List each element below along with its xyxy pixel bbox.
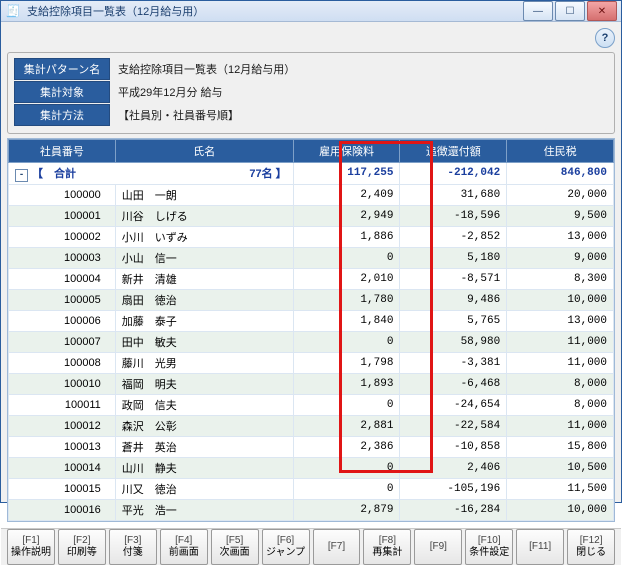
data-grid[interactable]: 社員番号 氏名 雇用保険料 追徴還付額 住民税 -【 合計77名 】117,25… bbox=[7, 138, 615, 522]
summary-val-target: 平成29年12月分 給与 bbox=[110, 82, 231, 102]
fkey-button[interactable]: [F9] bbox=[414, 529, 462, 565]
fkey-button[interactable]: [F4]前画面 bbox=[160, 529, 208, 565]
table-row[interactable]: 100011政岡 信夫0-24,6548,000 bbox=[9, 394, 614, 415]
app-window: 🧾 支給控除項目一覧表（12月給与用） — ☐ ✕ ? 集計パターン名支給控除項… bbox=[0, 0, 622, 503]
table-row[interactable]: 100012森沢 公彰2,881-22,58411,000 bbox=[9, 415, 614, 436]
collapse-icon[interactable]: - bbox=[15, 169, 28, 182]
summary-val-pattern: 支給控除項目一覧表（12月給与用） bbox=[110, 59, 303, 79]
table-row[interactable]: 100014山川 静夫02,40610,500 bbox=[9, 457, 614, 478]
fkey-button[interactable]: [F1]操作説明 bbox=[7, 529, 55, 565]
table-row[interactable]: 100003小山 信一05,1809,000 bbox=[9, 247, 614, 268]
maximize-button[interactable]: ☐ bbox=[555, 1, 585, 21]
window-title: 支給控除項目一覧表（12月給与用） bbox=[27, 3, 523, 19]
fkey-button[interactable]: [F6]ジャンプ bbox=[262, 529, 310, 565]
minimize-button[interactable]: — bbox=[523, 1, 553, 21]
summary-key-pattern: 集計パターン名 bbox=[14, 58, 110, 80]
table-row[interactable]: 100007田中 敏夫058,98011,000 bbox=[9, 331, 614, 352]
table-row[interactable]: 100002小川 いずみ1,886-2,85213,000 bbox=[9, 226, 614, 247]
fkey-button[interactable]: [F10]条件設定 bbox=[465, 529, 513, 565]
col-empno[interactable]: 社員番号 bbox=[9, 140, 116, 163]
fkey-button[interactable]: [F3]付箋 bbox=[109, 529, 157, 565]
fkey-button[interactable]: [F12]閉じる bbox=[567, 529, 615, 565]
titlebar[interactable]: 🧾 支給控除項目一覧表（12月給与用） — ☐ ✕ bbox=[1, 1, 621, 22]
close-button[interactable]: ✕ bbox=[587, 1, 617, 21]
table-row[interactable]: 100013蒼井 英治2,386-10,85815,800 bbox=[9, 436, 614, 457]
fkey-button[interactable]: [F2]印刷等 bbox=[58, 529, 106, 565]
summary-val-method: 【社員別・社員番号順】 bbox=[110, 105, 247, 125]
col-insurance[interactable]: 雇用保険料 bbox=[293, 140, 400, 163]
table-row[interactable]: 100016平光 浩一2,879-16,28410,000 bbox=[9, 499, 614, 520]
table-row[interactable]: 100005扇田 徳治1,7809,48610,000 bbox=[9, 289, 614, 310]
fkey-button[interactable]: [F11] bbox=[516, 529, 564, 565]
summary-key-target: 集計対象 bbox=[14, 81, 110, 103]
table-row[interactable]: 100010福岡 明夫1,893-6,4688,000 bbox=[9, 373, 614, 394]
table-row[interactable]: 100000山田 一朗2,40931,68020,000 bbox=[9, 184, 614, 205]
table-row[interactable]: 100006加藤 泰子1,8405,76513,000 bbox=[9, 310, 614, 331]
table-row[interactable]: 100008藤川 光男1,798-3,38111,000 bbox=[9, 352, 614, 373]
col-name[interactable]: 氏名 bbox=[115, 140, 293, 163]
table-row[interactable]: 100015川又 徳治0-105,19611,500 bbox=[9, 478, 614, 499]
table-row[interactable]: 100004新井 清雄2,010-8,5718,300 bbox=[9, 268, 614, 289]
function-key-bar: [F1]操作説明[F2]印刷等[F3]付箋[F4]前画面[F5]次画面[F6]ジ… bbox=[1, 528, 621, 565]
app-icon: 🧾 bbox=[5, 3, 21, 19]
col-refund[interactable]: 追徴還付額 bbox=[400, 140, 507, 163]
help-icon[interactable]: ? bbox=[595, 28, 615, 48]
summary-key-method: 集計方法 bbox=[14, 104, 110, 126]
total-row[interactable]: -【 合計77名 】117,255-212,042846,800 bbox=[9, 163, 614, 185]
table-row[interactable]: 100001川谷 しげる2,949-18,5969,500 bbox=[9, 205, 614, 226]
fkey-button[interactable]: [F7] bbox=[313, 529, 361, 565]
summary-panel: 集計パターン名支給控除項目一覧表（12月給与用） 集計対象平成29年12月分 給… bbox=[7, 52, 615, 134]
col-tax[interactable]: 住民税 bbox=[507, 140, 614, 163]
fkey-button[interactable]: [F8]再集計 bbox=[363, 529, 411, 565]
fkey-button[interactable]: [F5]次画面 bbox=[211, 529, 259, 565]
